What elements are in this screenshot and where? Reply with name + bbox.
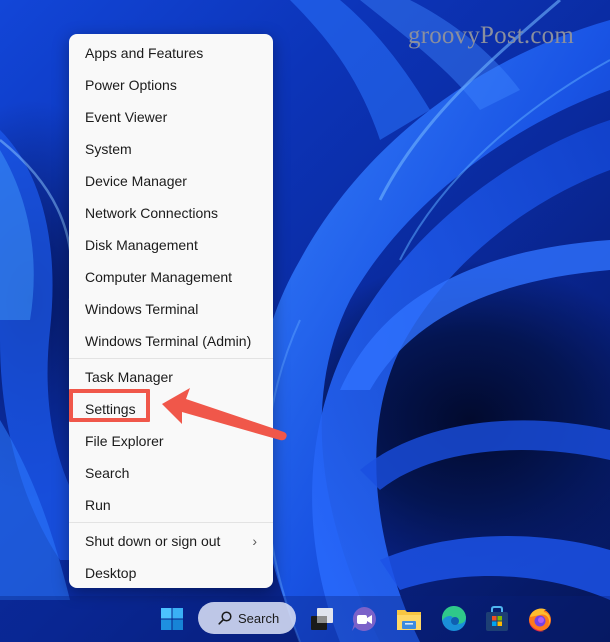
chevron-right-icon: › (252, 533, 257, 549)
menu-item-run[interactable]: Run (69, 489, 273, 521)
menu-item-label: Event Viewer (85, 109, 168, 125)
taskbar-search-button[interactable]: Search (198, 602, 296, 634)
menu-separator (69, 522, 273, 523)
menu-item-event-viewer[interactable]: Event Viewer (69, 101, 273, 133)
menu-item-label: Windows Terminal (Admin) (85, 333, 252, 349)
menu-item-label: Shut down or sign out (85, 533, 221, 549)
menu-item-label: Disk Management (85, 237, 198, 253)
menu-item-desktop[interactable]: Desktop (69, 557, 273, 589)
menu-item-label: Apps and Features (85, 45, 204, 61)
menu-item-network-connections[interactable]: Network Connections (69, 197, 273, 229)
search-icon (218, 611, 232, 625)
menu-item-power-options[interactable]: Power Options (69, 69, 273, 101)
menu-item-label: Power Options (85, 77, 177, 93)
menu-item-label: System (85, 141, 132, 157)
menu-item-label: Network Connections (85, 205, 219, 221)
taskbar: Search (0, 596, 610, 642)
menu-item-device-manager[interactable]: Device Manager (69, 165, 273, 197)
winx-context-menu: Apps and Features Power Options Event View… (69, 34, 273, 588)
annotation-arrow (162, 388, 287, 441)
task-view-icon[interactable] (306, 603, 338, 635)
menu-item-label: File Explorer (85, 433, 164, 449)
firefox-icon[interactable] (524, 603, 556, 635)
menu-item-label: Windows Terminal (85, 301, 199, 317)
annotation-highlight-box (69, 389, 150, 422)
taskbar-search-label: Search (238, 610, 280, 626)
teams-chat-icon[interactable] (348, 603, 380, 635)
menu-item-windows-terminal[interactable]: Windows Terminal (69, 293, 273, 325)
menu-item-shut-down-or-sign-out[interactable]: Shut down or sign out › (69, 525, 273, 557)
menu-item-label: Desktop (85, 565, 137, 581)
menu-item-computer-management[interactable]: Computer Management (69, 261, 273, 293)
menu-item-label: Computer Management (85, 269, 233, 285)
menu-separator (69, 358, 273, 359)
edge-icon[interactable] (438, 603, 470, 635)
microsoft-store-icon[interactable] (481, 603, 513, 635)
menu-item-windows-terminal-admin[interactable]: Windows Terminal (Admin) (69, 325, 273, 357)
menu-item-label: Run (85, 497, 111, 513)
menu-item-disk-management[interactable]: Disk Management (69, 229, 273, 261)
arrow-shape (162, 388, 287, 441)
menu-item-apps-and-features[interactable]: Apps and Features (69, 37, 273, 69)
menu-item-label: Task Manager (85, 369, 173, 385)
windows-start-icon[interactable] (156, 603, 188, 635)
watermark-text: groovyPost.com (408, 22, 574, 49)
file-explorer-icon[interactable] (393, 603, 425, 635)
menu-item-label: Search (85, 465, 130, 481)
menu-item-system[interactable]: System (69, 133, 273, 165)
menu-item-label: Device Manager (85, 173, 187, 189)
menu-item-search[interactable]: Search (69, 457, 273, 489)
